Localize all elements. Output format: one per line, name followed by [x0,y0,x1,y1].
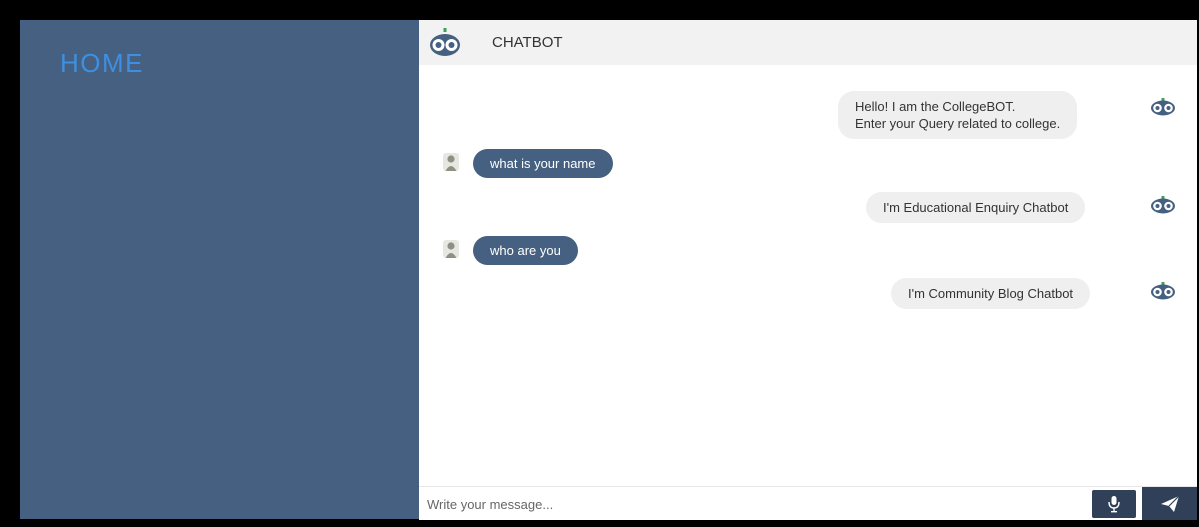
user-avatar-icon [443,240,459,258]
message-line: Enter your Query related to college. [855,116,1061,131]
microphone-icon [1108,496,1120,513]
bot-avatar-icon [1151,282,1175,300]
bot-message: Hello! I am the CollegeBOT. Enter your Q… [838,91,1078,139]
bot-message: I'm Educational Enquiry Chatbot [866,192,1086,223]
message-line: Hello! I am the CollegeBOT. [855,99,1016,114]
paper-plane-icon [1161,495,1180,512]
bot-avatar-icon [1151,196,1175,214]
robot-face-icon [430,28,460,56]
home-link[interactable]: HOME [60,48,144,79]
send-button[interactable] [1142,487,1197,520]
bot-message: I'm Community Blog Chatbot [891,278,1091,309]
bot-avatar-icon [1151,98,1175,116]
user-message: what is your name [473,149,613,178]
message-input[interactable] [427,493,1077,515]
message-list: Hello! I am the CollegeBOT. Enter your Q… [419,65,1197,485]
user-avatar-icon [443,153,459,171]
sidebar: HOME [20,20,419,519]
chat-title: CHATBOT [492,34,563,51]
chat-panel: CHATBOT Hello! I am the CollegeBOT. Ente… [419,20,1197,520]
user-message: who are you [473,236,578,265]
app-frame: HOME CHATBOT Hello! I am the CollegeBOT.… [0,0,1199,527]
mic-button[interactable] [1092,490,1136,518]
chat-header: CHATBOT [419,20,1197,65]
composer [419,486,1197,520]
